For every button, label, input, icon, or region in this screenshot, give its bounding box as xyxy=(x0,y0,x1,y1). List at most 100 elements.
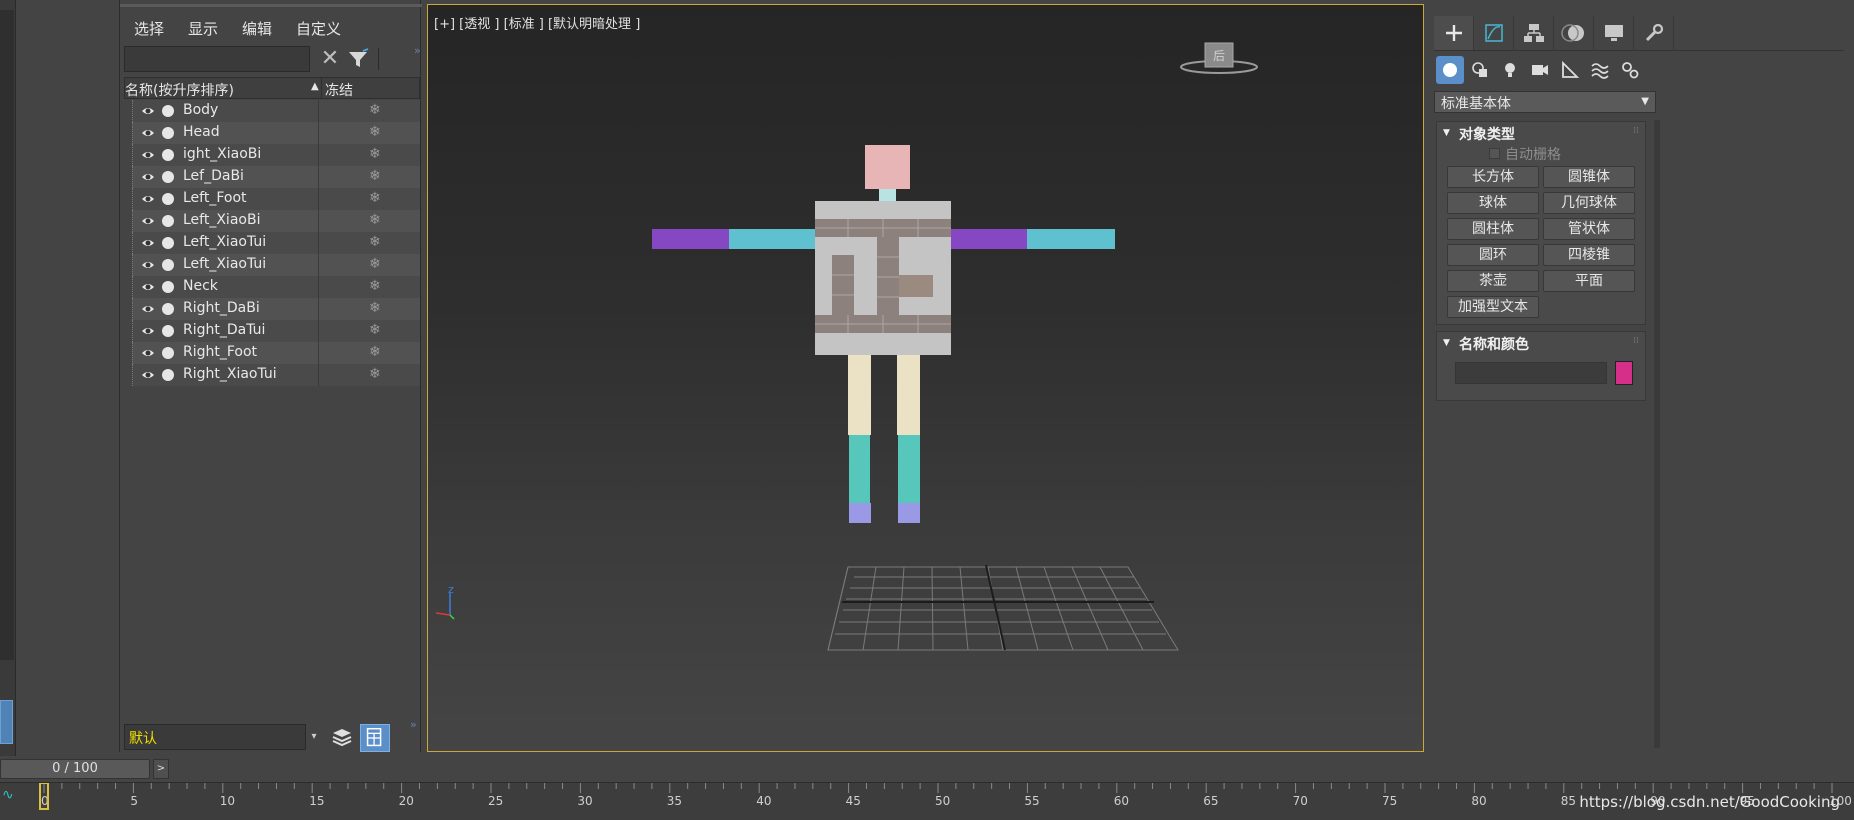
object-type-button[interactable]: 四棱锥 xyxy=(1543,244,1635,266)
rollout-grip-icon[interactable]: ⁞⁞ xyxy=(1633,336,1639,346)
explorer-search-input[interactable] xyxy=(124,46,310,72)
clear-search-icon[interactable]: ✕ xyxy=(318,47,342,71)
object-row[interactable]: Right_DaTui ❄ xyxy=(132,320,420,342)
name-color-rollout-header[interactable]: ▼ 名称和颜色 ⁞⁞ xyxy=(1437,332,1645,354)
object-type-button[interactable]: 球体 xyxy=(1447,192,1539,214)
freeze-icon[interactable]: ❄ xyxy=(369,124,381,140)
eye-icon[interactable] xyxy=(141,280,155,294)
render-dot-icon[interactable] xyxy=(162,171,174,183)
object-type-button[interactable]: 几何球体 xyxy=(1543,192,1635,214)
eye-icon[interactable] xyxy=(141,214,155,228)
right-upper-arm-mesh[interactable] xyxy=(950,229,1027,249)
freeze-icon[interactable]: ❄ xyxy=(369,102,381,118)
layer-dropdown-field[interactable]: 默认 xyxy=(124,724,306,750)
render-dot-icon[interactable] xyxy=(162,105,174,117)
left-forearm-mesh[interactable] xyxy=(729,229,815,249)
object-row[interactable]: Left_XiaoBi ❄ xyxy=(132,210,420,232)
tab-motion[interactable] xyxy=(1554,16,1594,50)
render-dot-icon[interactable] xyxy=(162,303,174,315)
helpers-tab[interactable] xyxy=(1556,56,1584,84)
layers-icon[interactable] xyxy=(330,726,354,748)
next-frame-button[interactable]: > xyxy=(153,759,169,779)
render-dot-icon[interactable] xyxy=(162,215,174,227)
tab-utilities[interactable] xyxy=(1634,16,1674,50)
eye-icon[interactable] xyxy=(141,192,155,206)
menu-customize[interactable]: 自定义 xyxy=(296,18,341,39)
object-type-button[interactable]: 平面 xyxy=(1543,270,1635,292)
object-row[interactable]: Right_XiaoTui ❄ xyxy=(132,364,420,386)
geometry-tab[interactable] xyxy=(1436,56,1464,84)
object-type-button[interactable]: 加强型文本 xyxy=(1447,296,1539,318)
object-row[interactable]: Left_Foot ❄ xyxy=(132,188,420,210)
right-thigh-mesh[interactable] xyxy=(897,355,920,435)
perspective-viewport[interactable]: [+] [透视 ] [标准 ] [默认明暗处理 ] 后 z xyxy=(427,4,1424,752)
render-dot-icon[interactable] xyxy=(162,281,174,293)
menu-edit[interactable]: 编辑 xyxy=(242,18,272,39)
object-row[interactable]: Right_DaBi ❄ xyxy=(132,298,420,320)
column-freeze-header[interactable]: 冻结 xyxy=(325,80,353,100)
right-forearm-mesh[interactable] xyxy=(1027,229,1115,249)
freeze-icon[interactable]: ❄ xyxy=(369,366,381,382)
object-category-dropdown[interactable]: 标准基本体 ▼ xyxy=(1434,91,1656,113)
freeze-icon[interactable]: ❄ xyxy=(369,168,381,184)
menu-select[interactable]: 选择 xyxy=(134,18,164,39)
eye-icon[interactable] xyxy=(141,324,155,338)
shapes-tab[interactable] xyxy=(1466,56,1494,84)
lights-tab[interactable] xyxy=(1496,56,1524,84)
object-row[interactable]: Left_XiaoTui ❄ xyxy=(132,254,420,276)
object-row[interactable]: ight_XiaoBi ❄ xyxy=(132,144,420,166)
object-row[interactable]: Left_XiaoTui ❄ xyxy=(132,232,420,254)
column-divider[interactable] xyxy=(321,78,322,98)
track-bar[interactable]: ∿ 0 5 10 15 20 25 30 35 40 45 50 55 60 65 70 75 80 85 90 95… xyxy=(0,782,1854,820)
layer-explorer-button[interactable] xyxy=(360,724,390,752)
object-color-swatch[interactable] xyxy=(1615,361,1633,385)
eye-icon[interactable] xyxy=(141,236,155,250)
eye-icon[interactable] xyxy=(141,346,155,360)
left-upper-arm-mesh[interactable] xyxy=(652,229,729,249)
object-type-button[interactable]: 圆环 xyxy=(1447,244,1539,266)
autogrid-checkbox[interactable] xyxy=(1489,148,1500,159)
object-type-button[interactable]: 圆柱体 xyxy=(1447,218,1539,240)
command-panel-scrollbar[interactable] xyxy=(1654,120,1660,748)
object-row[interactable]: Neck ❄ xyxy=(132,276,420,298)
column-name-header[interactable]: 名称(按升序排序) xyxy=(125,80,234,100)
eye-icon[interactable] xyxy=(141,302,155,316)
expand-chevron-icon[interactable]: » xyxy=(414,44,421,57)
object-type-button[interactable]: 圆锥体 xyxy=(1543,166,1635,188)
freeze-icon[interactable]: ❄ xyxy=(369,234,381,250)
object-type-rollout-header[interactable]: ▼ 对象类型 ⁞⁞ xyxy=(1437,122,1645,144)
object-row[interactable]: Head ❄ xyxy=(132,122,420,144)
freeze-icon[interactable]: ❄ xyxy=(369,256,381,272)
eye-icon[interactable] xyxy=(141,368,155,382)
rollout-grip-icon[interactable]: ⁞⁞ xyxy=(1633,126,1639,136)
eye-icon[interactable] xyxy=(141,148,155,162)
right-foot-mesh[interactable] xyxy=(898,503,920,523)
object-row[interactable]: Right_Foot ❄ xyxy=(132,342,420,364)
left-thigh-mesh[interactable] xyxy=(848,355,871,435)
filter-icon[interactable] xyxy=(346,48,370,70)
freeze-icon[interactable]: ❄ xyxy=(369,322,381,338)
body-mesh[interactable] xyxy=(815,201,951,355)
left-shin-mesh[interactable] xyxy=(849,435,870,511)
tab-hierarchy[interactable] xyxy=(1514,16,1554,50)
menu-display[interactable]: 显示 xyxy=(188,18,218,39)
head-mesh[interactable] xyxy=(865,145,910,189)
freeze-icon[interactable]: ❄ xyxy=(369,300,381,316)
cameras-tab[interactable] xyxy=(1526,56,1554,84)
eye-icon[interactable] xyxy=(141,258,155,272)
object-type-button[interactable]: 长方体 xyxy=(1447,166,1539,188)
explorer-title-bar[interactable] xyxy=(120,4,422,7)
render-dot-icon[interactable] xyxy=(162,127,174,139)
render-dot-icon[interactable] xyxy=(162,149,174,161)
tab-modify[interactable] xyxy=(1474,16,1514,50)
right-shin-mesh[interactable] xyxy=(898,435,920,511)
render-dot-icon[interactable] xyxy=(162,325,174,337)
systems-tab[interactable] xyxy=(1616,56,1644,84)
render-dot-icon[interactable] xyxy=(162,193,174,205)
freeze-icon[interactable]: ❄ xyxy=(369,278,381,294)
tab-display[interactable] xyxy=(1594,16,1634,50)
freeze-icon[interactable]: ❄ xyxy=(369,146,381,162)
object-row[interactable]: Lef_DaBi ❄ xyxy=(132,166,420,188)
collapse-chevron-icon[interactable]: » xyxy=(410,718,417,731)
eye-icon[interactable] xyxy=(141,126,155,140)
